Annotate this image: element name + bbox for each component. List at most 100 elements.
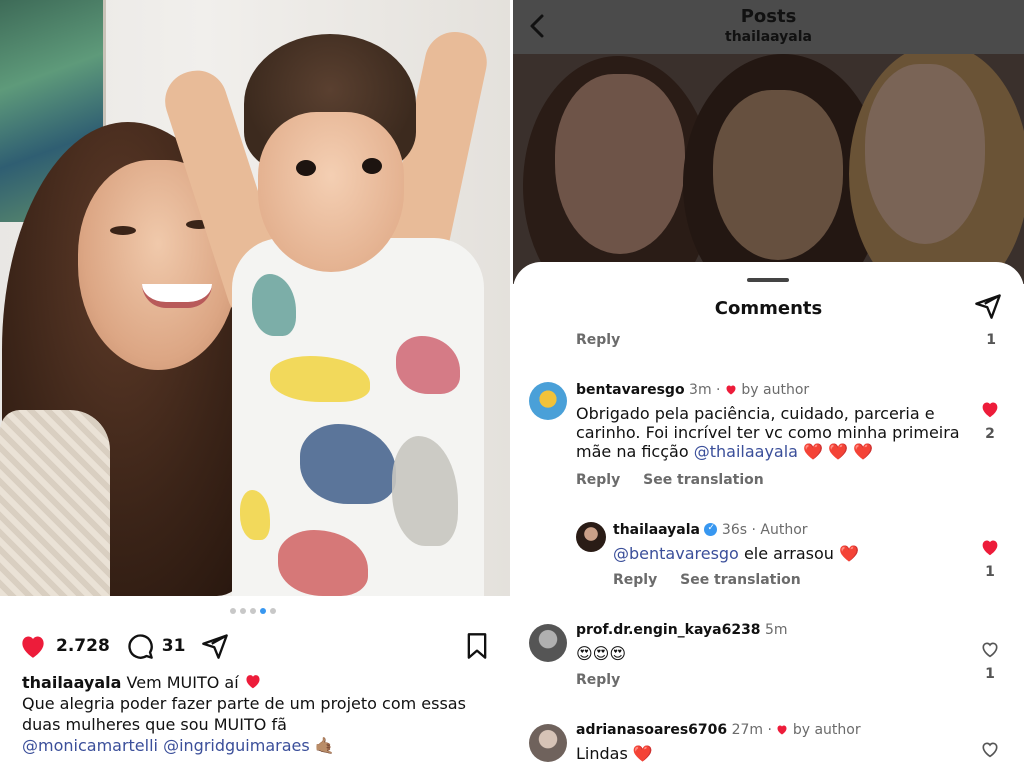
carousel-dot <box>270 608 276 614</box>
boy-face <box>258 112 404 272</box>
comment-item: adrianasoares6706 27m · by author Lindas… <box>513 722 1024 768</box>
comment-actions: Reply See translation <box>576 472 782 488</box>
mention-ingridguimaraes[interactable]: @ingridguimaraes <box>163 736 310 755</box>
posts-header: Posts thailaayala <box>513 0 1024 54</box>
caption-line-2: Que alegria poder fazer parte de um proj… <box>22 694 466 713</box>
comment-body: Lindas <box>576 744 628 763</box>
comment-item: bentavaresgo 3m · by author Obrigado pel… <box>513 382 1024 492</box>
posts-title: Posts <box>740 6 797 27</box>
carousel-dot <box>230 608 236 614</box>
like-count[interactable]: 2.728 <box>56 636 110 656</box>
comment-username[interactable]: thailaayala <box>613 522 700 538</box>
heart-emoji: ❤️ <box>632 744 653 763</box>
carousel-dot-active <box>260 608 266 614</box>
bookmark-icon[interactable] <box>464 632 490 660</box>
comment-item: prof.dr.engin_kaya6238 5m 😍😍😍 Reply 1 <box>513 622 1024 692</box>
heart-filled-icon[interactable] <box>980 400 1000 418</box>
caption-username[interactable]: thailaayala <box>22 673 121 692</box>
author-heart-icon <box>777 725 787 735</box>
mention-monicamartelli[interactable]: @monicamartelli <box>22 736 158 755</box>
comment-body: ele arrasou <box>743 544 834 563</box>
comment-actions: Reply See translation <box>613 572 819 588</box>
comment-time: 36s <box>721 522 748 538</box>
like-count: 1 <box>986 332 996 348</box>
comment-like-count: 2 <box>985 426 995 442</box>
caption-line-3: duas mulheres que sou MUITO fã <box>22 715 287 734</box>
comment-text: Obrigado pela paciência, cuidado, parcer… <box>576 404 966 461</box>
author-label: Author <box>760 522 808 538</box>
post-actions: 2.728 31 <box>18 628 494 664</box>
see-translation-button[interactable]: See translation <box>680 572 801 588</box>
back-arrow-icon[interactable] <box>525 12 549 44</box>
comment-username[interactable]: bentavaresgo <box>576 382 685 398</box>
comment-text: 😍😍😍 <box>576 644 627 663</box>
comment-line-3: mãe na ficção <box>576 442 689 461</box>
comment-like <box>978 740 1002 762</box>
girl-3-face <box>865 64 985 244</box>
drag-handle[interactable] <box>747 278 789 282</box>
caption-line-1: Vem MUITO aí <box>126 673 239 692</box>
comment-header: adrianasoares6706 27m · by author <box>576 722 861 738</box>
comment-text: @bentavaresgo ele arrasou ❤️ <box>613 544 859 563</box>
comment-like-count: 1 <box>985 666 995 682</box>
send-icon[interactable] <box>974 292 1002 324</box>
boy-eye-left <box>296 160 316 176</box>
heart-outline-icon[interactable] <box>980 740 1000 758</box>
share-icon[interactable] <box>201 632 229 660</box>
see-translation-button[interactable]: See translation <box>643 472 764 488</box>
comment-like-count: 1 <box>985 564 995 580</box>
dot-separator: · <box>751 522 756 538</box>
heart-icon[interactable] <box>18 633 48 659</box>
verified-badge-icon <box>704 523 718 536</box>
post-caption: thailaayala Vem MUITO aí Que alegria pod… <box>22 672 502 756</box>
comment-like: 1 <box>978 538 1002 580</box>
posts-username: thailaayala <box>725 29 812 45</box>
liked-by-author: by author <box>741 382 810 398</box>
comments-screen: Posts thailaayala Comments Reply 1 benta… <box>513 0 1024 768</box>
avatar[interactable] <box>529 624 567 662</box>
comment-time: 5m <box>765 622 788 638</box>
comment-line-1: Obrigado pela paciência, cuidado, parcer… <box>576 404 935 423</box>
heart-outline-icon[interactable] <box>980 640 1000 658</box>
heart-emojis: ❤️ ❤️ ❤️ <box>803 442 873 461</box>
comment-header: bentavaresgo 3m · by author <box>576 382 809 398</box>
mention-thailaayala[interactable]: @thailaayala <box>694 442 798 461</box>
mention-bentavaresgo[interactable]: @bentavaresgo <box>613 544 739 563</box>
post-photo[interactable] <box>0 0 510 596</box>
carousel-dot <box>250 608 256 614</box>
comment-header: prof.dr.engin_kaya6238 5m <box>576 622 788 638</box>
comment-icon[interactable] <box>126 632 154 660</box>
carousel-dots <box>230 608 276 614</box>
avatar[interactable] <box>529 724 567 762</box>
dot-separator: · <box>716 382 721 398</box>
comment-actions: Reply <box>576 672 638 688</box>
call-me-hand-emoji: 🤙🏽 <box>314 736 335 755</box>
comment-time: 3m <box>689 382 712 398</box>
reply-button[interactable]: Reply <box>576 332 620 348</box>
heart-filled-icon[interactable] <box>980 538 1000 556</box>
reply-button[interactable]: Reply <box>576 672 620 688</box>
girl-1-face <box>555 74 685 254</box>
dot-separator: · <box>767 722 772 738</box>
author-heart-icon <box>726 385 736 395</box>
avatar[interactable] <box>576 522 606 552</box>
comment-reply-item: thailaayala 36s · Author @bentavaresgo e… <box>513 520 1024 604</box>
carousel-dot <box>240 608 246 614</box>
reply-button[interactable]: Reply <box>576 472 620 488</box>
boy-eye-right <box>362 158 382 174</box>
red-heart-icon <box>246 675 260 689</box>
comment-time: 27m <box>731 722 764 738</box>
liked-by-author: by author <box>792 722 861 738</box>
comments-sheet: Comments Reply 1 bentavaresgo 3m · by au… <box>513 262 1024 768</box>
comment-like: 2 <box>978 400 1002 442</box>
avatar[interactable] <box>529 382 567 420</box>
heart-emoji: ❤️ <box>839 544 859 563</box>
comment-header: thailaayala 36s · Author <box>613 522 808 538</box>
girl-2-face <box>713 90 843 260</box>
comment-count[interactable]: 31 <box>162 636 186 656</box>
comment-username[interactable]: adrianasoares6706 <box>576 722 727 738</box>
reply-button[interactable]: Reply <box>613 572 657 588</box>
comment-username[interactable]: prof.dr.engin_kaya6238 <box>576 622 761 638</box>
woman-eye-left <box>110 226 136 235</box>
left-post-panel: 2.728 31 thailaayala Vem MUITO aí Que al… <box>0 0 512 768</box>
